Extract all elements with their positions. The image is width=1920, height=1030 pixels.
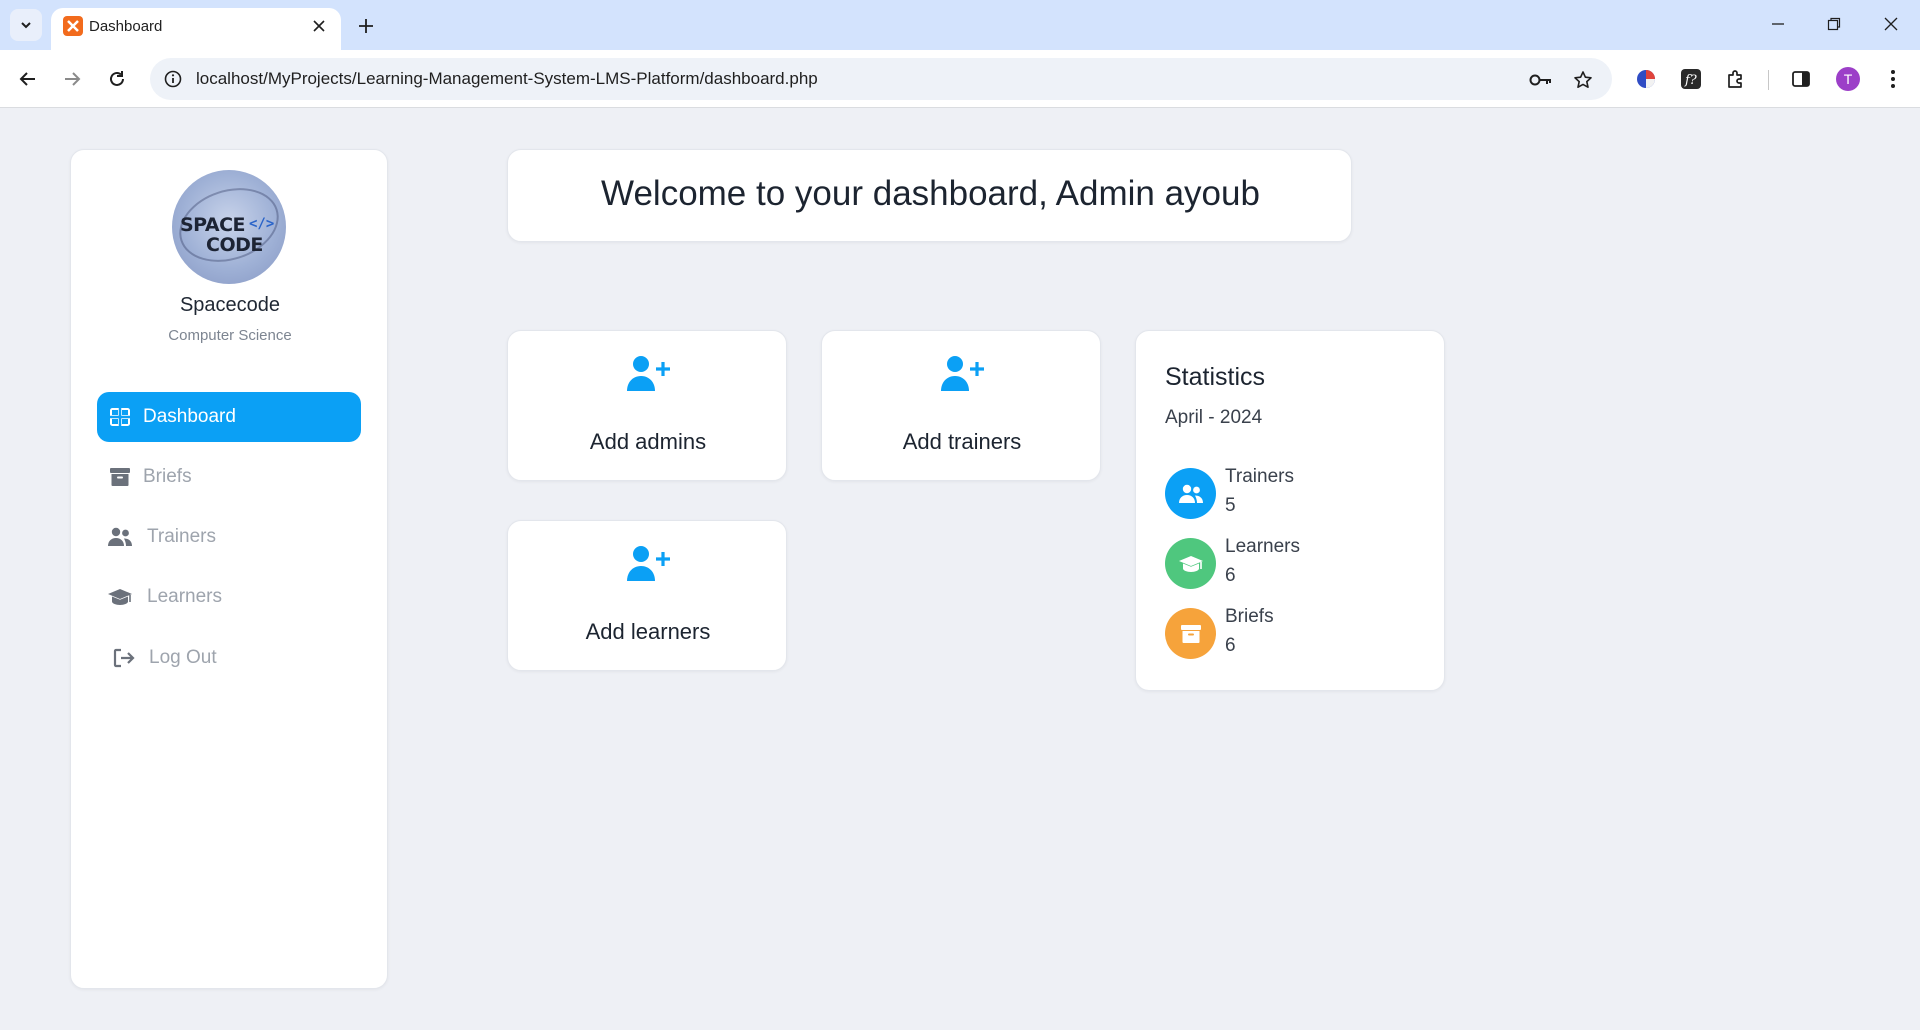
stat-label: Briefs — [1225, 606, 1274, 627]
user-plus-icon — [941, 356, 984, 391]
profile-initial: T — [1836, 67, 1860, 91]
org-name: Spacecode — [179, 294, 281, 316]
close-icon — [1884, 17, 1898, 31]
extension-color-icon[interactable] — [1632, 65, 1660, 93]
sidebar-item-learners[interactable]: Learners — [97, 572, 361, 622]
statistics-title: Statistics — [1165, 363, 1266, 391]
stat-row-briefs: Briefs 6 — [1165, 606, 1425, 662]
plus-icon — [359, 19, 373, 33]
extensions-puzzle-icon[interactable] — [1722, 65, 1750, 93]
card-label: Add trainers — [902, 429, 1022, 454]
restore-icon — [1827, 17, 1841, 31]
archive-box-icon — [107, 465, 133, 489]
sidebar-item-label: Trainers — [147, 526, 216, 547]
welcome-banner: Welcome to your dashboard, Admin ayoub — [507, 149, 1352, 242]
org-subtitle: Computer Science — [168, 327, 292, 344]
sidebar-item-briefs[interactable]: Briefs — [97, 452, 361, 502]
arrow-right-icon — [65, 72, 81, 86]
spacecode-logo: SPACE </> CODE — [172, 170, 286, 284]
minimize-icon — [1772, 23, 1784, 25]
password-key-icon[interactable] — [1528, 67, 1554, 93]
graduation-cap-icon — [1165, 538, 1216, 589]
add-admins-card[interactable]: Add admins — [507, 330, 787, 481]
user-plus-icon — [627, 356, 670, 391]
statistics-period: April - 2024 — [1165, 407, 1263, 428]
tab-search-button[interactable] — [10, 9, 42, 41]
sidebar-item-label: Dashboard — [143, 406, 236, 427]
forward-button[interactable] — [56, 63, 88, 95]
stat-label: Learners — [1225, 536, 1300, 557]
site-info-icon[interactable] — [162, 68, 184, 90]
url-text: localhost/MyProjects/Learning-Management… — [196, 69, 818, 88]
add-learners-card[interactable]: Add learners — [507, 520, 787, 671]
browser-tab-active[interactable]: Dashboard — [51, 8, 341, 50]
user-plus-icon — [627, 546, 670, 581]
side-panel-icon[interactable] — [1787, 65, 1815, 93]
stat-value: 6 — [1225, 565, 1236, 586]
statistics-card: Statistics April - 2024 Trainers 5 Learn… — [1135, 330, 1445, 691]
sidebar-item-trainers[interactable]: Trainers — [97, 512, 361, 562]
logo-text-code: CODE — [206, 234, 263, 256]
extension-font-icon[interactable]: f? — [1677, 65, 1705, 93]
profile-avatar[interactable]: T — [1834, 65, 1862, 93]
browser-tabstrip: Dashboard — [0, 0, 1920, 50]
users-icon — [107, 525, 133, 549]
browser-menu-icon[interactable] — [1879, 65, 1907, 93]
stat-row-trainers: Trainers 5 — [1165, 466, 1425, 522]
close-window-button[interactable] — [1871, 8, 1911, 40]
logo-code-mark: </> — [249, 216, 275, 232]
stat-value: 6 — [1225, 635, 1236, 656]
toolbar-divider — [1768, 70, 1769, 90]
logout-icon — [111, 646, 137, 670]
sidebar-item-logout[interactable]: Log Out — [97, 633, 361, 683]
card-label: Add admins — [589, 429, 707, 454]
minimize-button[interactable] — [1758, 8, 1798, 40]
users-icon — [1165, 468, 1216, 519]
archive-box-icon — [1165, 608, 1216, 659]
sidebar-item-label: Learners — [147, 586, 222, 607]
sidebar-item-label: Briefs — [143, 466, 192, 487]
new-tab-button[interactable] — [352, 12, 380, 40]
sidebar: SPACE </> CODE Spacecode Computer Scienc… — [70, 149, 388, 989]
card-label: Add learners — [585, 619, 711, 644]
sidebar-item-dashboard[interactable]: Dashboard — [97, 392, 361, 442]
arrow-left-icon — [19, 72, 35, 86]
stat-value: 5 — [1225, 495, 1236, 516]
tab-title: Dashboard — [89, 18, 163, 35]
browser-toolbar: localhost/MyProjects/Learning-Management… — [0, 50, 1920, 108]
tab-close-icon[interactable] — [307, 14, 331, 38]
sidebar-item-label: Log Out — [149, 647, 217, 668]
address-bar[interactable]: localhost/MyProjects/Learning-Management… — [150, 58, 1612, 100]
reload-button[interactable] — [101, 63, 133, 95]
restore-button[interactable] — [1814, 8, 1854, 40]
bookmark-star-icon[interactable] — [1570, 67, 1596, 93]
stat-label: Trainers — [1225, 466, 1294, 487]
back-button[interactable] — [12, 63, 44, 95]
svg-text:f?: f? — [1684, 73, 1698, 88]
stat-row-learners: Learners 6 — [1165, 536, 1425, 592]
add-trainers-card[interactable]: Add trainers — [821, 330, 1101, 481]
chevron-down-icon — [21, 22, 31, 29]
xampp-favicon-icon — [63, 16, 83, 36]
grid-icon — [107, 405, 133, 429]
logo-text-space: SPACE — [180, 214, 246, 236]
graduation-cap-icon — [107, 585, 133, 609]
reload-icon — [110, 71, 124, 86]
page-title: Welcome to your dashboard, Admin ayoub — [601, 174, 1260, 213]
